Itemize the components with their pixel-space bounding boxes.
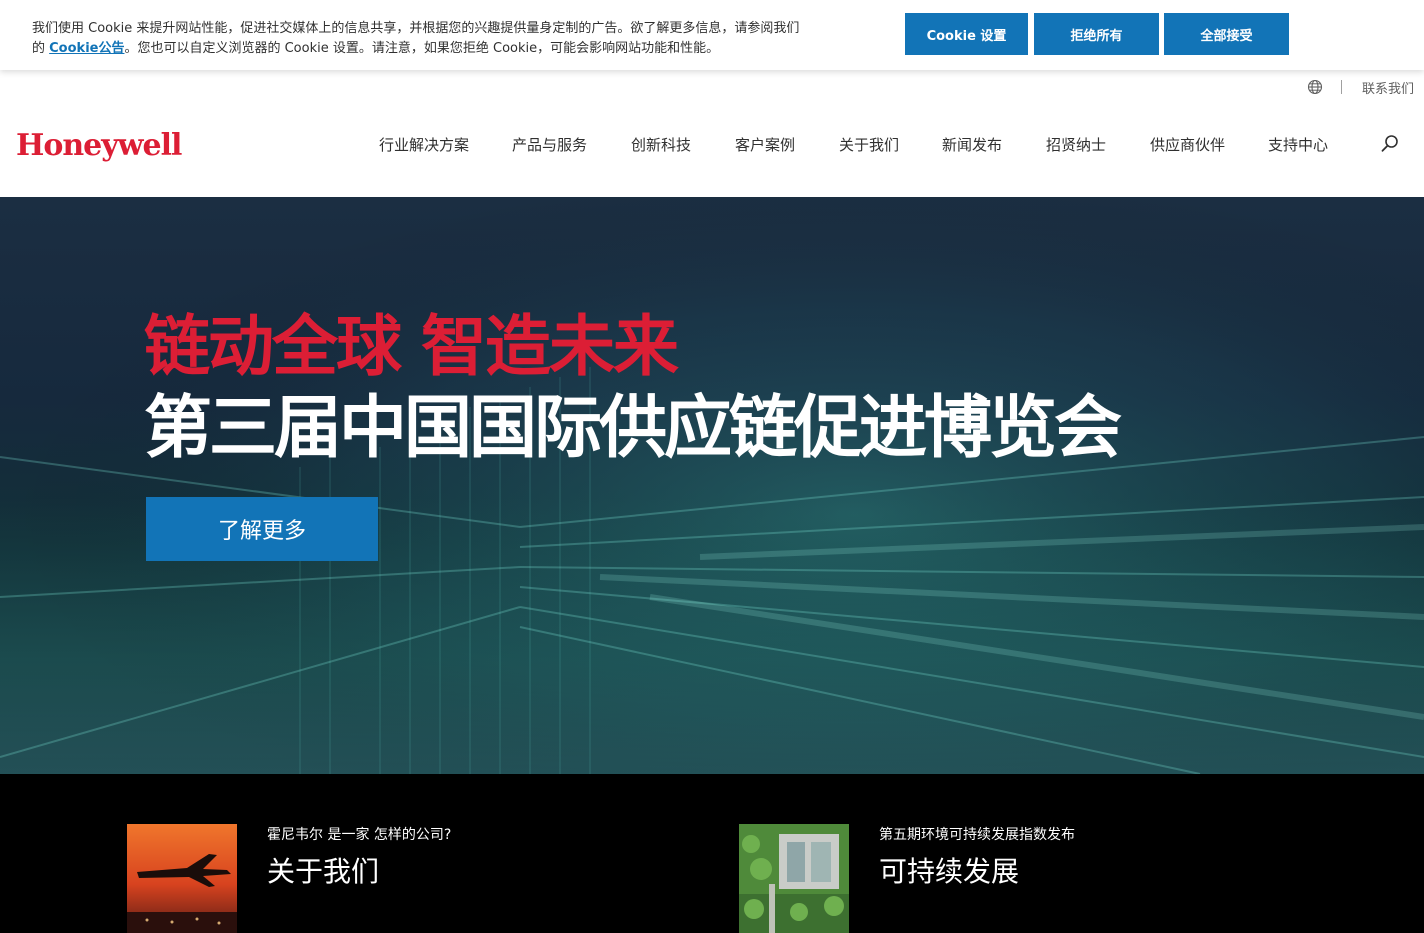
utility-divider bbox=[1340, 80, 1342, 94]
hero-banner: 链动全球 智造未来 第三届中国国际供应链促进博览会 了解更多 bbox=[0, 197, 1424, 774]
airplane-sunset-image[interactable] bbox=[127, 824, 237, 933]
nav-about[interactable]: 关于我们 bbox=[839, 134, 899, 155]
hero-background-image bbox=[0, 197, 1424, 774]
utility-bar: 联系我们 bbox=[1307, 76, 1414, 98]
sustainability-card-title[interactable]: 可持续发展 bbox=[879, 850, 1019, 890]
cookie-text-part2: 。您也可以自定义浏览器的 Cookie 设置。请注意，如果您拒绝 Cookie，… bbox=[124, 41, 720, 56]
nav-industries[interactable]: 行业解决方案 bbox=[379, 134, 469, 155]
globe-icon[interactable] bbox=[1307, 79, 1323, 95]
about-card-title[interactable]: 关于我们 bbox=[267, 850, 379, 890]
cookie-notice-text: 我们使用 Cookie 来提升网站性能，促进社交媒体上的信息共享，并根据您的兴趣… bbox=[32, 19, 812, 59]
nav-careers[interactable]: 招贤纳士 bbox=[1046, 134, 1106, 155]
sustainability-card-subtitle: 第五期环境可持续发展指数发布 bbox=[879, 827, 1075, 843]
main-nav: 行业解决方案 产品与服务 创新科技 客户案例 关于我们 新闻发布 招贤纳士 供应… bbox=[0, 134, 1424, 156]
nav-innovation[interactable]: 创新科技 bbox=[631, 134, 691, 155]
reject-all-button[interactable]: 拒绝所有 bbox=[1034, 13, 1159, 55]
nav-case-studies[interactable]: 客户案例 bbox=[735, 134, 795, 155]
green-building-image[interactable] bbox=[739, 824, 849, 933]
search-icon[interactable] bbox=[1380, 134, 1400, 154]
learn-more-button[interactable]: 了解更多 bbox=[146, 497, 378, 561]
contact-us-link[interactable]: 联系我们 bbox=[1362, 78, 1414, 97]
nav-products[interactable]: 产品与服务 bbox=[512, 134, 587, 155]
nav-support[interactable]: 支持中心 bbox=[1268, 134, 1328, 155]
nav-suppliers[interactable]: 供应商伙伴 bbox=[1150, 134, 1225, 155]
hero-subheadline: 第三届中国国际供应链促进博览会 bbox=[144, 389, 1122, 468]
cookie-banner: 我们使用 Cookie 来提升网站性能，促进社交媒体上的信息共享，并根据您的兴趣… bbox=[0, 0, 1424, 70]
accept-all-button[interactable]: 全部接受 bbox=[1164, 13, 1289, 55]
cookie-notice-link[interactable]: Cookie公告 bbox=[49, 41, 124, 56]
nav-news[interactable]: 新闻发布 bbox=[942, 134, 1002, 155]
cookie-settings-button[interactable]: Cookie 设置 bbox=[905, 13, 1028, 55]
about-card-subtitle: 霍尼韦尔 是一家 怎样的公司? bbox=[267, 827, 452, 843]
